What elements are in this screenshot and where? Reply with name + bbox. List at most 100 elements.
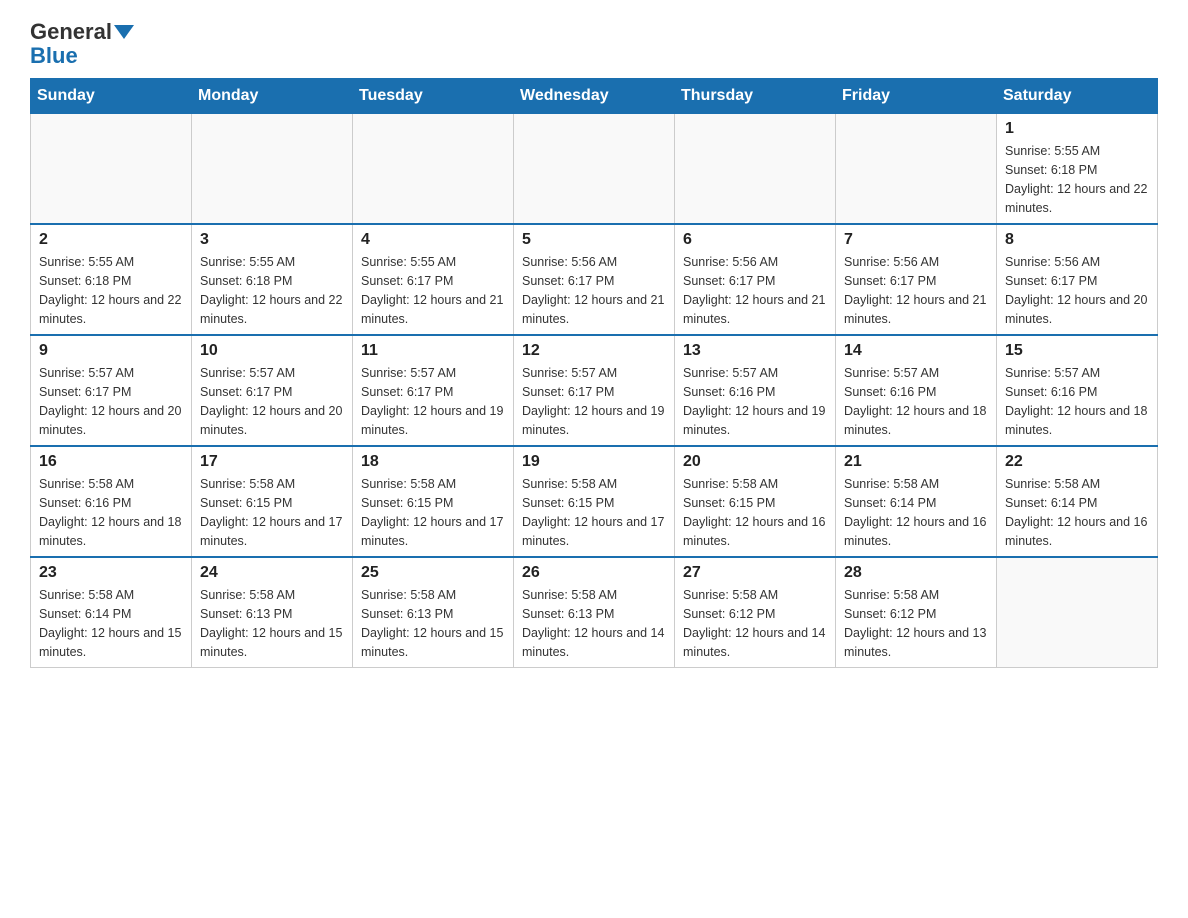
calendar: SundayMondayTuesdayWednesdayThursdayFrid… <box>30 78 1158 668</box>
day-number: 20 <box>683 453 827 471</box>
calendar-cell: 16Sunrise: 5:58 AMSunset: 6:16 PMDayligh… <box>31 446 192 557</box>
day-info: Sunrise: 5:58 AMSunset: 6:15 PMDaylight:… <box>683 475 827 550</box>
calendar-cell <box>997 557 1158 668</box>
calendar-cell: 19 Sunrise: 5:58 AMSunset: 6:15 PMDayligh… <box>514 446 675 557</box>
calendar-header-row: SundayMondayTuesdayWednesdayThursdayFrid… <box>31 79 1158 114</box>
calendar-week-row: 2 Sunrise: 5:55 AMSunset: 6:18 PMDaylight… <box>31 224 1158 335</box>
day-number: 13 <box>683 342 827 360</box>
day-header-sunday: Sunday <box>31 79 192 114</box>
day-number: 10 <box>200 342 344 360</box>
day-info: Sunrise: 5:55 AMSunset: 6:18 PMDaylight:… <box>1005 142 1149 217</box>
calendar-cell <box>675 114 836 225</box>
day-info: Sunrise: 5:56 AMSunset: 6:17 PMDaylight:… <box>683 253 827 328</box>
day-info: Sunrise: 5:57 AMSunset: 6:17 PMDaylight:… <box>522 364 666 439</box>
calendar-cell: 20 Sunrise: 5:58 AMSunset: 6:15 PMDayligh… <box>675 446 836 557</box>
day-info: Sunrise: 5:58 AMSunset: 6:15 PMDaylight:… <box>200 475 344 550</box>
logo: General Blue <box>30 20 134 68</box>
calendar-cell <box>353 114 514 225</box>
day-number: 1 <box>1005 120 1149 138</box>
page-header: General Blue <box>30 20 1158 68</box>
day-info: Sunrise: 5:57 AMSunset: 6:16 PMDaylight:… <box>1005 364 1149 439</box>
calendar-cell: 27 Sunrise: 5:58 AMSunset: 6:12 PMDayligh… <box>675 557 836 668</box>
day-number: 14 <box>844 342 988 360</box>
day-header-tuesday: Tuesday <box>353 79 514 114</box>
day-number: 6 <box>683 231 827 249</box>
day-number: 4 <box>361 231 505 249</box>
day-info: Sunrise: 5:56 AMSunset: 6:17 PMDaylight:… <box>844 253 988 328</box>
calendar-cell: 4 Sunrise: 5:55 AMSunset: 6:17 PMDaylight… <box>353 224 514 335</box>
day-info: Sunrise: 5:58 AMSunset: 6:15 PMDaylight:… <box>361 475 505 550</box>
day-info: Sunrise: 5:55 AMSunset: 6:18 PMDaylight:… <box>200 253 344 328</box>
day-number: 21 <box>844 453 988 471</box>
day-number: 2 <box>39 231 183 249</box>
calendar-cell: 12 Sunrise: 5:57 AMSunset: 6:17 PMDayligh… <box>514 335 675 446</box>
calendar-cell: 18 Sunrise: 5:58 AMSunset: 6:15 PMDayligh… <box>353 446 514 557</box>
day-number: 7 <box>844 231 988 249</box>
calendar-cell: 1 Sunrise: 5:55 AMSunset: 6:18 PMDaylight… <box>997 114 1158 225</box>
calendar-cell: 25Sunrise: 5:58 AMSunset: 6:13 PMDayligh… <box>353 557 514 668</box>
day-number: 11 <box>361 342 505 360</box>
calendar-cell: 10 Sunrise: 5:57 AMSunset: 6:17 PMDayligh… <box>192 335 353 446</box>
day-number: 9 <box>39 342 183 360</box>
calendar-cell: 14 Sunrise: 5:57 AMSunset: 6:16 PMDayligh… <box>836 335 997 446</box>
calendar-cell: 5Sunrise: 5:56 AMSunset: 6:17 PMDaylight… <box>514 224 675 335</box>
logo-general-text: General <box>30 20 112 44</box>
calendar-week-row: 23 Sunrise: 5:58 AMSunset: 6:14 PMDayligh… <box>31 557 1158 668</box>
day-info: Sunrise: 5:57 AMSunset: 6:16 PMDaylight:… <box>844 364 988 439</box>
day-info: Sunrise: 5:58 AMSunset: 6:12 PMDaylight:… <box>844 586 988 661</box>
day-number: 18 <box>361 453 505 471</box>
day-number: 16 <box>39 453 183 471</box>
calendar-cell: 11 Sunrise: 5:57 AMSunset: 6:17 PMDayligh… <box>353 335 514 446</box>
day-info: Sunrise: 5:58 AMSunset: 6:14 PMDaylight:… <box>39 586 183 661</box>
calendar-cell: 7 Sunrise: 5:56 AMSunset: 6:17 PMDaylight… <box>836 224 997 335</box>
calendar-cell: 28 Sunrise: 5:58 AMSunset: 6:12 PMDayligh… <box>836 557 997 668</box>
day-number: 15 <box>1005 342 1149 360</box>
calendar-cell: 3 Sunrise: 5:55 AMSunset: 6:18 PMDaylight… <box>192 224 353 335</box>
day-header-friday: Friday <box>836 79 997 114</box>
day-number: 24 <box>200 564 344 582</box>
day-number: 5 <box>522 231 666 249</box>
day-info: Sunrise: 5:58 AMSunset: 6:13 PMDaylight:… <box>200 586 344 661</box>
calendar-cell: 26Sunrise: 5:58 AMSunset: 6:13 PMDayligh… <box>514 557 675 668</box>
calendar-week-row: 9 Sunrise: 5:57 AMSunset: 6:17 PMDaylight… <box>31 335 1158 446</box>
day-info: Sunrise: 5:58 AMSunset: 6:14 PMDaylight:… <box>1005 475 1149 550</box>
day-header-wednesday: Wednesday <box>514 79 675 114</box>
calendar-cell: 24 Sunrise: 5:58 AMSunset: 6:13 PMDayligh… <box>192 557 353 668</box>
day-info: Sunrise: 5:57 AMSunset: 6:17 PMDaylight:… <box>39 364 183 439</box>
day-info: Sunrise: 5:56 AMSunset: 6:17 PMDaylight:… <box>1005 253 1149 328</box>
calendar-cell: 9 Sunrise: 5:57 AMSunset: 6:17 PMDaylight… <box>31 335 192 446</box>
day-number: 12 <box>522 342 666 360</box>
day-header-thursday: Thursday <box>675 79 836 114</box>
day-info: Sunrise: 5:58 AMSunset: 6:13 PMDaylight:… <box>361 586 505 661</box>
day-number: 26 <box>522 564 666 582</box>
day-number: 19 <box>522 453 666 471</box>
day-info: Sunrise: 5:58 AMSunset: 6:12 PMDaylight:… <box>683 586 827 661</box>
day-number: 8 <box>1005 231 1149 249</box>
calendar-cell: 6 Sunrise: 5:56 AMSunset: 6:17 PMDaylight… <box>675 224 836 335</box>
calendar-cell <box>836 114 997 225</box>
calendar-cell: 15 Sunrise: 5:57 AMSunset: 6:16 PMDayligh… <box>997 335 1158 446</box>
day-info: Sunrise: 5:57 AMSunset: 6:16 PMDaylight:… <box>683 364 827 439</box>
day-info: Sunrise: 5:58 AMSunset: 6:15 PMDaylight:… <box>522 475 666 550</box>
calendar-cell: 23 Sunrise: 5:58 AMSunset: 6:14 PMDayligh… <box>31 557 192 668</box>
calendar-cell <box>514 114 675 225</box>
day-number: 17 <box>200 453 344 471</box>
calendar-cell: 2 Sunrise: 5:55 AMSunset: 6:18 PMDaylight… <box>31 224 192 335</box>
calendar-week-row: 16Sunrise: 5:58 AMSunset: 6:16 PMDayligh… <box>31 446 1158 557</box>
calendar-cell: 22 Sunrise: 5:58 AMSunset: 6:14 PMDayligh… <box>997 446 1158 557</box>
day-number: 23 <box>39 564 183 582</box>
calendar-cell <box>192 114 353 225</box>
day-number: 28 <box>844 564 988 582</box>
day-number: 3 <box>200 231 344 249</box>
day-header-monday: Monday <box>192 79 353 114</box>
day-info: Sunrise: 5:57 AMSunset: 6:17 PMDaylight:… <box>200 364 344 439</box>
logo-blue-text: Blue <box>30 43 78 68</box>
day-number: 22 <box>1005 453 1149 471</box>
day-info: Sunrise: 5:55 AMSunset: 6:17 PMDaylight:… <box>361 253 505 328</box>
day-info: Sunrise: 5:57 AMSunset: 6:17 PMDaylight:… <box>361 364 505 439</box>
day-number: 27 <box>683 564 827 582</box>
calendar-cell: 8 Sunrise: 5:56 AMSunset: 6:17 PMDaylight… <box>997 224 1158 335</box>
calendar-week-row: 1 Sunrise: 5:55 AMSunset: 6:18 PMDaylight… <box>31 114 1158 225</box>
calendar-cell <box>31 114 192 225</box>
day-info: Sunrise: 5:55 AMSunset: 6:18 PMDaylight:… <box>39 253 183 328</box>
